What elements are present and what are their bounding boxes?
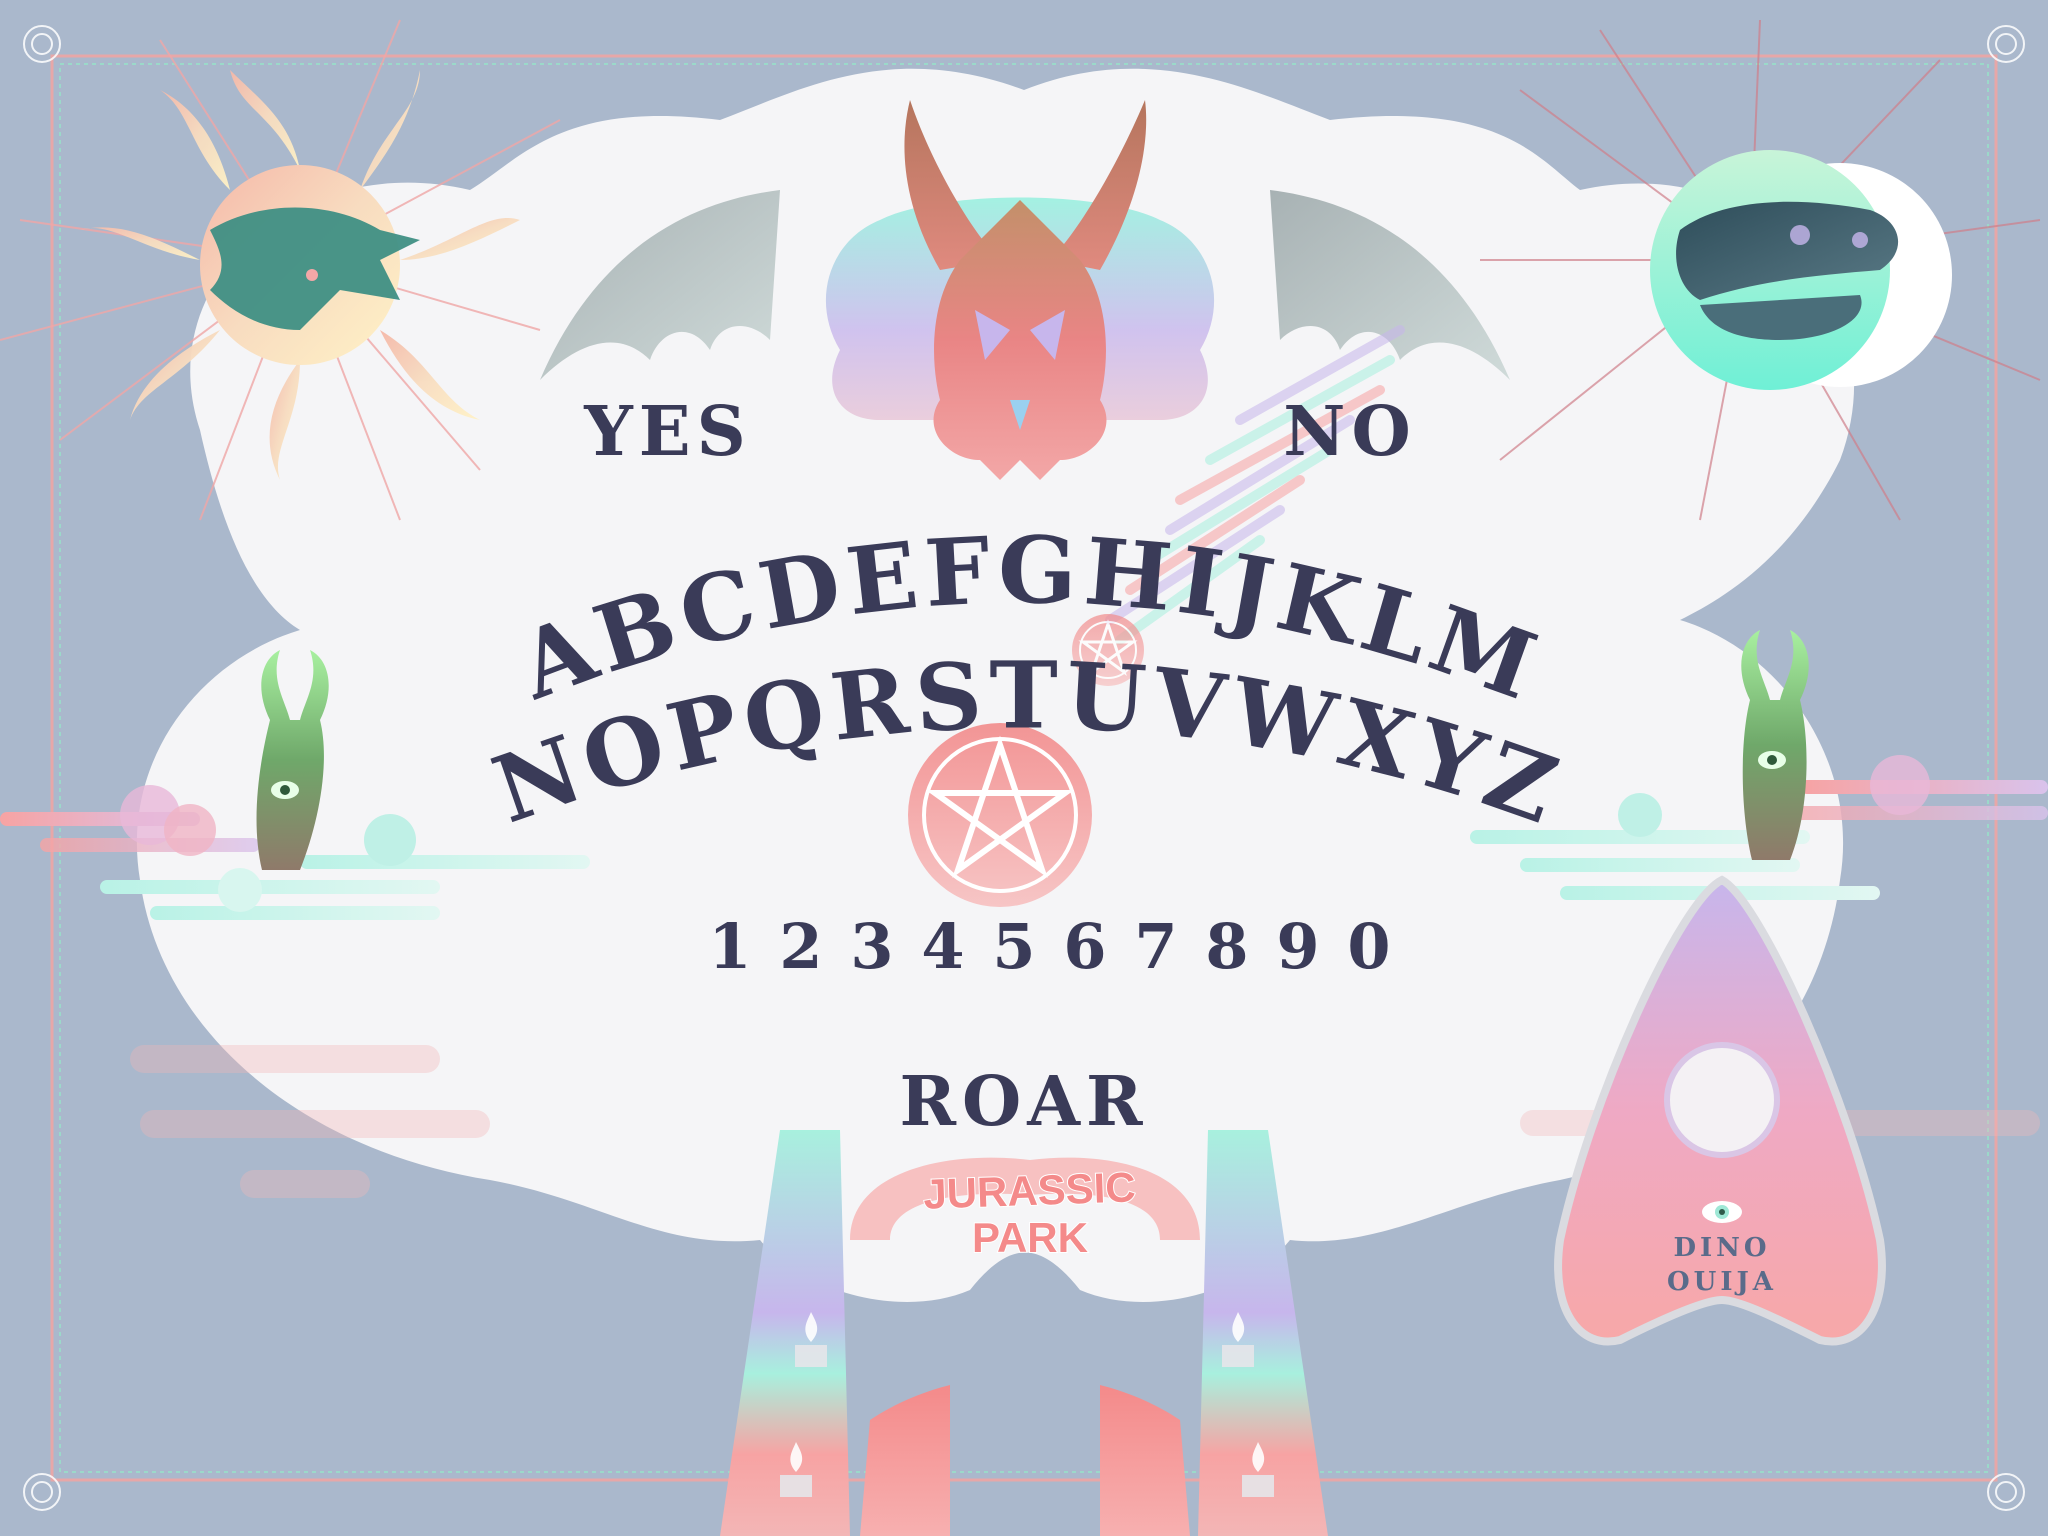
ouija-board-scene: JURASSIC PARK DINO OUIJA YES NO ABCDEFGH… <box>0 0 2048 1536</box>
number-2[interactable]: 2 <box>779 910 822 983</box>
letter-w[interactable]: W <box>1222 657 1346 782</box>
letter-g[interactable]: G <box>998 516 1078 625</box>
number-8[interactable]: 8 <box>1205 910 1248 983</box>
jurassic-gate: JURASSIC PARK <box>720 1130 1328 1536</box>
number-1[interactable]: 1 <box>708 910 751 983</box>
letter-h[interactable]: H <box>1081 517 1176 632</box>
horned-creature-icon-right <box>1741 630 1809 860</box>
number-5[interactable]: 5 <box>992 910 1035 983</box>
number-3[interactable]: 3 <box>850 910 893 983</box>
eye-icon <box>1702 1201 1742 1223</box>
letter-s[interactable]: S <box>912 642 984 753</box>
yes-label[interactable]: YES <box>583 392 751 472</box>
number-9[interactable]: 9 <box>1276 910 1319 983</box>
planchette-label-line2: OUIJA <box>1667 1267 1777 1297</box>
jurassic-park-sign-line2: PARK <box>972 1214 1088 1261</box>
roar-label[interactable]: ROAR <box>899 1062 1148 1142</box>
jurassic-park-sign-line1: JURASSIC <box>923 1163 1137 1217</box>
letter-t[interactable]: T <box>989 641 1058 749</box>
gate-door-right <box>1100 1385 1190 1536</box>
no-label[interactable]: NO <box>1283 392 1416 472</box>
letter-f[interactable]: F <box>922 517 993 628</box>
number-7[interactable]: 7 <box>1134 910 1177 983</box>
number-6[interactable]: 6 <box>1063 910 1106 983</box>
board-canvas: JURASSIC PARK DINO OUIJA YES NO ABCDEFGH… <box>0 19 2048 1536</box>
letter-v[interactable]: V <box>1146 647 1232 763</box>
letter-r[interactable]: R <box>826 646 914 762</box>
number-0[interactable]: 0 <box>1347 910 1390 983</box>
gate-door-left <box>860 1385 950 1536</box>
number-4[interactable]: 4 <box>921 910 964 983</box>
letter-u[interactable]: U <box>1063 642 1149 754</box>
letter-e[interactable]: E <box>841 521 923 636</box>
planchette-window <box>1664 1042 1780 1158</box>
planchette-label-line1: DINO <box>1673 1233 1770 1263</box>
